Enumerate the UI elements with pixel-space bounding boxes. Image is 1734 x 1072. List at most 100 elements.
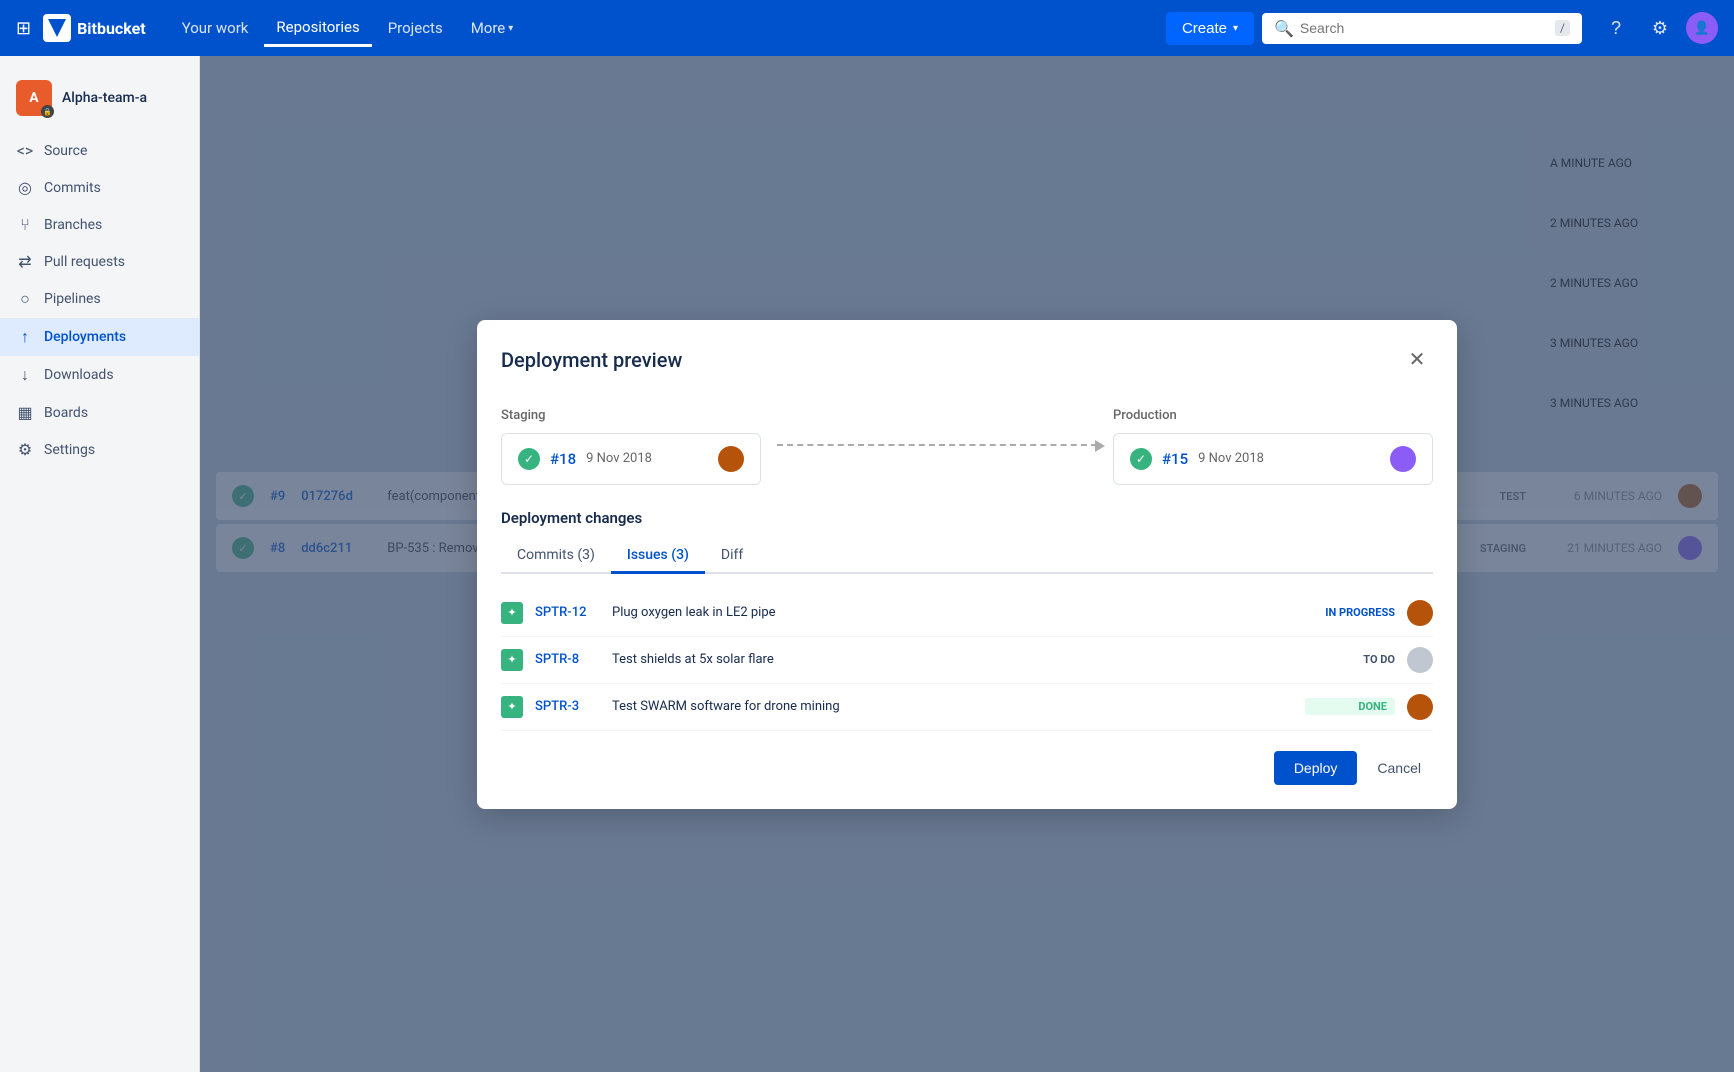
issue-assignee-avatar — [1407, 600, 1433, 626]
sidebar-item-deployments[interactable]: ↑Deployments — [0, 318, 199, 356]
navbar-logo[interactable]: Bitbucket — [43, 14, 146, 42]
boards-icon: ▦ — [16, 403, 34, 422]
issue-assignee-avatar — [1407, 647, 1433, 673]
deployments-icon: ↑ — [16, 327, 34, 347]
issue-assignee-avatar — [1407, 694, 1433, 720]
search-bar[interactable]: 🔍 / — [1262, 13, 1582, 44]
staging-status-icon: ✓ — [518, 448, 540, 470]
pull-requests-icon: ⇄ — [16, 252, 34, 271]
content-area: ✓ #9 017276d feat(component): fS-1063 Wh… — [200, 56, 1734, 1072]
issue-type-icon: ✦ — [501, 602, 523, 624]
production-build[interactable]: #15 — [1162, 450, 1188, 468]
sidebar: A 🔒 Alpha-team-a <>Source ◎Commits ⑂Bran… — [0, 56, 200, 1072]
production-avatar — [1390, 446, 1416, 472]
issue-type-icon: ✦ — [501, 696, 523, 718]
commits-icon: ◎ — [16, 178, 34, 197]
issue-status-badge: IN PROGRESS — [1305, 606, 1395, 619]
issue-summary: Plug oxygen leak in LE2 pipe — [612, 605, 1293, 620]
pipelines-icon: ○ — [16, 289, 34, 309]
modal-footer: Deploy Cancel — [477, 731, 1457, 809]
staging-label: Staging — [501, 408, 761, 423]
bitbucket-logo-text: Bitbucket — [77, 19, 146, 38]
tab-commits[interactable]: Commits (3) — [501, 539, 611, 574]
sidebar-nav: <>Source ◎Commits ⑂Branches ⇄Pull reques… — [0, 132, 199, 468]
sidebar-item-pipelines[interactable]: ○Pipelines — [0, 280, 199, 318]
tab-diff[interactable]: Diff — [705, 539, 759, 574]
sidebar-item-branches[interactable]: ⑂Branches — [0, 206, 199, 243]
staging-date: 9 Nov 2018 — [586, 451, 708, 466]
issue-status-badge: TO DO — [1305, 653, 1395, 666]
modal-header: Deployment preview ✕ — [477, 320, 1457, 392]
tab-issues[interactable]: Issues (3) — [611, 539, 705, 574]
staging-avatar — [718, 446, 744, 472]
deployment-changes-section: Deployment changes Commits (3) Issues (3… — [477, 501, 1457, 731]
search-shortcut-badge: / — [1555, 20, 1570, 36]
bitbucket-logo-icon — [43, 14, 71, 42]
issue-status-badge: DONE — [1305, 698, 1395, 715]
cancel-button[interactable]: Cancel — [1365, 751, 1433, 785]
navbar-nav: Your work Repositories Projects More ▾ — [170, 10, 526, 47]
arrow-head-icon — [1095, 440, 1105, 452]
workspace-name: Alpha-team-a — [62, 90, 147, 106]
staging-card: ✓ #18 9 Nov 2018 — [518, 446, 744, 472]
more-chevron-icon: ▾ — [508, 23, 513, 34]
production-box: ✓ #15 9 Nov 2018 — [1113, 433, 1433, 485]
production-environment: Production ✓ #15 9 Nov 2018 — [1113, 408, 1433, 485]
issue-key[interactable]: SPTR-8 — [535, 652, 600, 667]
modal-backdrop: Deployment preview ✕ Staging ✓ #18 9 Nov… — [200, 56, 1734, 1072]
avatar[interactable]: 👤 — [1686, 12, 1718, 44]
sidebar-item-commits[interactable]: ◎Commits — [0, 169, 199, 206]
create-chevron-icon: ▾ — [1233, 23, 1238, 34]
deployment-changes-title: Deployment changes — [501, 509, 1433, 527]
search-input[interactable] — [1300, 20, 1549, 36]
sidebar-item-source[interactable]: <>Source — [0, 132, 199, 169]
arrow-connector — [761, 444, 1113, 446]
close-button[interactable]: ✕ — [1401, 344, 1433, 376]
issue-type-icon: ✦ — [501, 649, 523, 671]
settings-nav-icon: ⚙ — [16, 440, 34, 459]
production-card: ✓ #15 9 Nov 2018 — [1130, 446, 1416, 472]
issue-summary: Test SWARM software for drone mining — [612, 699, 1293, 714]
workspace-icon: A 🔒 — [16, 80, 52, 116]
workspace-header[interactable]: A 🔒 Alpha-team-a — [0, 72, 199, 132]
modal-title: Deployment preview — [501, 348, 682, 372]
source-icon: <> — [16, 141, 34, 160]
issues-list: ✦ SPTR-12 Plug oxygen leak in LE2 pipe I… — [501, 590, 1433, 731]
create-button[interactable]: Create ▾ — [1166, 12, 1254, 45]
nav-repositories[interactable]: Repositories — [264, 10, 371, 47]
sidebar-item-settings[interactable]: ⚙Settings — [0, 431, 199, 468]
navbar: ⊞ Bitbucket Your work Repositories Proje… — [0, 0, 1734, 56]
list-item: ✦ SPTR-8 Test shields at 5x solar flare … — [501, 637, 1433, 684]
staging-build[interactable]: #18 — [550, 450, 576, 468]
arrow-line — [777, 444, 1097, 446]
production-label: Production — [1113, 408, 1433, 423]
sidebar-item-pull-requests[interactable]: ⇄Pull requests — [0, 243, 199, 280]
issue-key[interactable]: SPTR-3 — [535, 699, 600, 714]
issue-summary: Test shields at 5x solar flare — [612, 652, 1293, 667]
deploy-button[interactable]: Deploy — [1274, 751, 1358, 785]
sidebar-item-downloads[interactable]: ↓Downloads — [0, 356, 199, 394]
production-status-icon: ✓ — [1130, 448, 1152, 470]
nav-more[interactable]: More ▾ — [459, 11, 526, 45]
deploy-environments: Staging ✓ #18 9 Nov 2018 — [477, 392, 1457, 501]
sidebar-item-boards[interactable]: ▦Boards — [0, 394, 199, 431]
settings-icon[interactable]: ⚙ — [1642, 10, 1678, 46]
list-item: ✦ SPTR-3 Test SWARM software for drone m… — [501, 684, 1433, 731]
grid-icon[interactable]: ⊞ — [16, 18, 31, 39]
list-item: ✦ SPTR-12 Plug oxygen leak in LE2 pipe I… — [501, 590, 1433, 637]
changes-tabs: Commits (3) Issues (3) Diff — [501, 539, 1433, 574]
issue-key[interactable]: SPTR-12 — [535, 605, 600, 620]
search-icon: 🔍 — [1274, 19, 1294, 38]
staging-environment: Staging ✓ #18 9 Nov 2018 — [501, 408, 761, 485]
production-date: 9 Nov 2018 — [1198, 451, 1380, 466]
downloads-icon: ↓ — [16, 365, 34, 385]
navbar-icons: ? ⚙ 👤 — [1598, 10, 1718, 46]
nav-projects[interactable]: Projects — [376, 11, 455, 45]
deployment-preview-modal: Deployment preview ✕ Staging ✓ #18 9 Nov… — [477, 320, 1457, 809]
branches-icon: ⑂ — [16, 215, 34, 234]
nav-your-work[interactable]: Your work — [170, 11, 261, 45]
main-layout: A 🔒 Alpha-team-a <>Source ◎Commits ⑂Bran… — [0, 56, 1734, 1072]
lock-icon: 🔒 — [41, 105, 54, 118]
staging-box: ✓ #18 9 Nov 2018 — [501, 433, 761, 485]
help-icon[interactable]: ? — [1598, 10, 1634, 46]
